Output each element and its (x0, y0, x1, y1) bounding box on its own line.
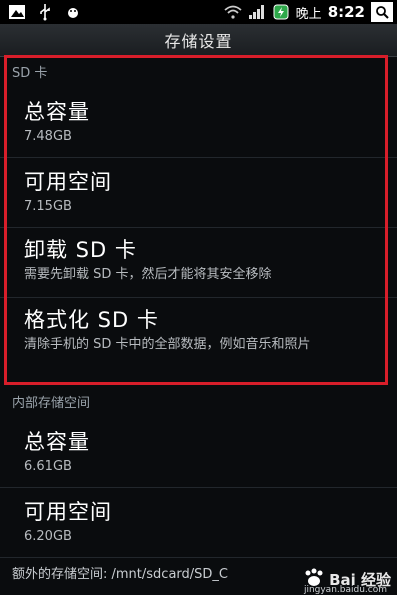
usb-icon (36, 3, 54, 21)
android-debug-icon (64, 3, 82, 21)
image-app-icon (8, 3, 26, 21)
item-value: 7.48GB (24, 129, 72, 144)
sd-total-capacity-item: 总容量 7.48GB (0, 88, 397, 158)
time-ampm: 晚上 (295, 6, 322, 22)
wifi-icon (224, 3, 242, 21)
title-bar: 存储设置 (0, 24, 397, 57)
page-title: 存储设置 (164, 32, 233, 51)
item-title: 卸载 SD 卡 (24, 238, 137, 262)
item-description: 需要先卸载 SD 卡，然后才能将其安全移除 (24, 267, 272, 282)
item-title: 可用空间 (24, 500, 112, 524)
item-title: 可用空间 (24, 170, 112, 194)
item-value: 6.61GB (24, 459, 72, 474)
section-header-sd-card: SD 卡 (12, 65, 48, 81)
sd-available-space-item: 可用空间 7.15GB (0, 158, 397, 228)
section-header-internal-storage: 内部存储空间 (12, 395, 91, 411)
status-time: 8:22 (327, 3, 365, 21)
item-value: 6.20GB (24, 529, 72, 544)
unmount-sd-card-item[interactable]: 卸载 SD 卡 需要先卸载 SD 卡，然后才能将其安全移除 (0, 228, 397, 298)
item-title: 总容量 (24, 100, 90, 124)
item-description: 清除手机的 SD 卡中的全部数据，例如音乐和照片 (24, 337, 311, 352)
internal-available-space-item: 可用空间 6.20GB (0, 488, 397, 558)
internal-total-capacity-item: 总容量 6.61GB (0, 418, 397, 488)
battery-icon (272, 3, 290, 21)
item-value: 7.15GB (24, 199, 72, 214)
format-sd-card-item[interactable]: 格式化 SD 卡 清除手机的 SD 卡中的全部数据，例如音乐和照片 (0, 298, 397, 382)
signal-icon (248, 3, 266, 21)
item-title: 总容量 (24, 430, 90, 454)
status-bar: 晚上 8:22 (0, 0, 397, 24)
watermark-url: jingyan.baidu.com (303, 585, 387, 595)
item-title: 格式化 SD 卡 (24, 308, 159, 332)
search-zoom-icon (371, 2, 393, 22)
